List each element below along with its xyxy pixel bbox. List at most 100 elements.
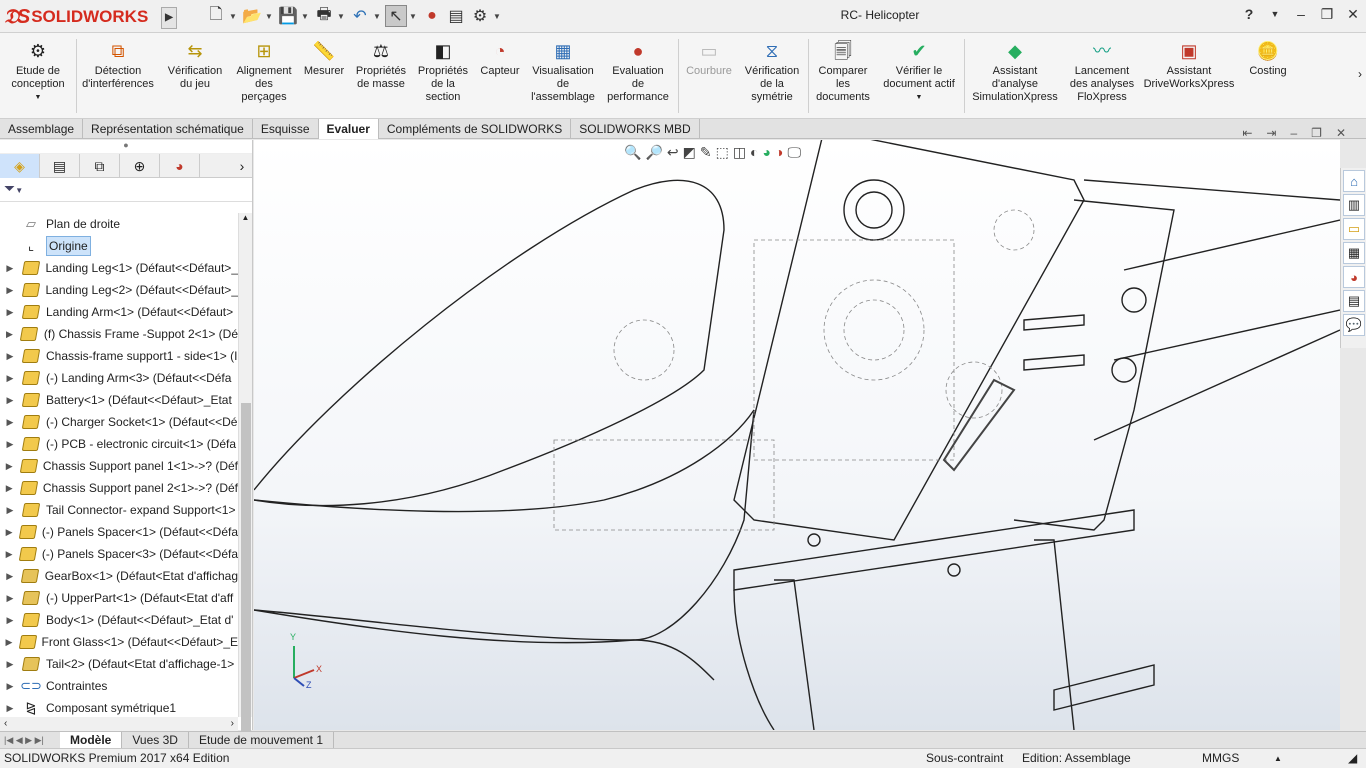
tree-filter[interactable]: ⏷▼	[0, 178, 252, 202]
tree-item[interactable]: ▱ Plan de droite	[0, 213, 238, 235]
rebuild-traffic-light-icon[interactable]: ●	[421, 5, 443, 27]
tree-item[interactable]: ▶ ⧎ Composant symétrique1	[0, 697, 238, 717]
expand-arrow-icon[interactable]: ▶	[0, 565, 19, 587]
scroll-left-icon[interactable]: ‹	[4, 718, 7, 729]
tree-item[interactable]: ▶ ⊂⊃ Contraintes	[0, 675, 238, 697]
check-active-document-button[interactable]: ✔ Vérifier le document actif ▼	[878, 39, 960, 115]
expand-arrow-icon[interactable]: ▶	[0, 301, 20, 323]
mass-properties-button[interactable]: ⚖ Propriétés de masse	[352, 39, 410, 115]
expand-arrow-icon[interactable]: ▶	[0, 257, 20, 279]
select-dropdown-icon[interactable]: ▼	[409, 12, 419, 21]
feature-manager-tab-icon[interactable]: ◈	[0, 154, 40, 178]
tree-item[interactable]: ▶ Tail Connector- expand Support<1>	[0, 499, 238, 521]
expand-arrow-icon[interactable]: ▶	[0, 455, 19, 477]
clearance-verification-button[interactable]: ⇆ Vérification du jeu	[162, 39, 228, 115]
compare-documents-button[interactable]: 🗐 Comparer les documents	[812, 39, 874, 115]
design-study-dropdown-icon[interactable]: ▼	[35, 91, 42, 104]
solidworks-resources-icon[interactable]: ⌂	[1343, 170, 1365, 192]
symmetry-check-button[interactable]: ⧖ Vérification de la symétrie	[740, 39, 804, 115]
tab-solidworks-mbd[interactable]: SOLIDWORKS MBD	[571, 119, 700, 139]
tree-item[interactable]: ▶ GearBox<1> (Défaut<Etat d'affichag	[0, 565, 238, 587]
tree-item[interactable]: ▶ (f) Chassis Frame -Suppot 2<1> (Dé	[0, 323, 238, 345]
file-explorer-icon[interactable]: ▭	[1343, 218, 1365, 240]
tab-vues-3d[interactable]: Vues 3D	[122, 732, 189, 748]
tree-item[interactable]: ▶ Front Glass<1> (Défaut<<Défaut>_E	[0, 631, 238, 653]
display-manager-tab-icon[interactable]: ◕	[160, 154, 200, 178]
custom-properties-icon[interactable]: ▤	[1343, 290, 1365, 312]
tree-horizontal-scrollbar[interactable]: ‹ ›	[0, 717, 238, 731]
viewport-next-icon[interactable]: ⇥	[1266, 126, 1276, 140]
tab-representation-schematique[interactable]: Représentation schématique	[83, 119, 253, 139]
tree-item[interactable]: ▶ (-) Charger Socket<1> (Défaut<<Dé	[0, 411, 238, 433]
scroll-up-icon[interactable]: ▲	[239, 213, 252, 222]
new-document-icon[interactable]: 🗋	[205, 5, 227, 27]
save-icon[interactable]: 💾	[277, 5, 299, 27]
tree-item[interactable]: ▶ (-) Panels Spacer<3> (Défaut<<Défa	[0, 543, 238, 565]
tree-item[interactable]: ▶ Landing Leg<1> (Défaut<<Défaut>_	[0, 257, 238, 279]
expand-arrow-icon[interactable]: ▶	[0, 279, 20, 301]
dimxpert-manager-tab-icon[interactable]: ⊕	[120, 154, 160, 178]
tab-evaluer[interactable]: Evaluer	[318, 119, 379, 139]
tree-item[interactable]: ▶ Tail<2> (Défaut<Etat d'affichage-1>	[0, 653, 238, 675]
driveworksxpress-button[interactable]: ▣ Assistant DriveWorksXpress	[1142, 39, 1236, 115]
expand-arrow-icon[interactable]: ▶	[0, 609, 20, 631]
tree-item[interactable]: ▶ Battery<1> (Défaut<<Défaut>_Etat	[0, 389, 238, 411]
expand-arrow-icon[interactable]: ▶	[0, 499, 20, 521]
tree-item[interactable]: ▶ (-) UpperPart<1> (Défaut<Etat d'aff	[0, 587, 238, 609]
tab-assemblage[interactable]: Assemblage	[0, 119, 84, 139]
restore-icon[interactable]: ❐	[1318, 4, 1336, 24]
tree-vertical-scrollbar[interactable]: ▲	[238, 213, 252, 743]
viewport-previous-icon[interactable]: ⇤	[1242, 126, 1252, 140]
help-dropdown-icon[interactable]: ▼	[1266, 4, 1284, 24]
tree-item[interactable]: ▶ Body<1> (Défaut<<Défaut>_Etat d'	[0, 609, 238, 631]
viewport-close-icon[interactable]: ✕	[1336, 126, 1346, 140]
design-library-icon[interactable]: ▥	[1343, 194, 1365, 216]
more-tabs-icon[interactable]: ›	[232, 154, 252, 177]
floxpress-button[interactable]: 〰 Lancement des analyses FloXpress	[1066, 39, 1138, 115]
property-manager-tab-icon[interactable]: ▤	[40, 154, 80, 178]
expand-arrow-icon[interactable]: ▶	[0, 345, 20, 367]
tree-item[interactable]: ⌞ Origine	[0, 235, 238, 257]
expand-arrow-icon[interactable]: ▶	[0, 653, 20, 675]
expand-arrow-icon[interactable]: ▶	[0, 433, 20, 455]
tab-nav-arrows-icon[interactable]: |◀ ◀ ▶ ▶|	[0, 732, 60, 748]
save-dropdown-icon[interactable]: ▼	[301, 12, 311, 21]
close-icon[interactable]: ✕	[1344, 4, 1362, 24]
section-properties-button[interactable]: ◧ Propriétés de la section	[414, 39, 472, 115]
curvature-button[interactable]: ▭ Courbure	[682, 39, 736, 115]
appearances-icon[interactable]: ◕	[1343, 266, 1365, 288]
ribbon-scroll-right-icon[interactable]: ›	[1358, 67, 1362, 81]
expand-arrow-icon[interactable]: ▶	[0, 323, 19, 345]
status-resize-grip-icon[interactable]: ◢	[1348, 749, 1357, 768]
solidworks-logo[interactable]: 𝔇S SOLIDWORKS ▶	[4, 4, 177, 30]
expand-arrow-icon[interactable]: ▶	[0, 389, 20, 411]
measure-button[interactable]: 📏 Mesurer	[300, 39, 348, 115]
hole-alignment-button[interactable]: ⊞ Alignement des perçages	[232, 39, 296, 115]
help-icon[interactable]: ?	[1240, 4, 1258, 24]
view-palette-icon[interactable]: ▦	[1343, 242, 1365, 264]
interference-detection-button[interactable]: ⧉ Détection d'interférences	[78, 39, 158, 115]
expand-arrow-icon[interactable]: ▶	[0, 631, 18, 653]
expand-arrow-icon[interactable]: ▶	[0, 697, 20, 717]
print-icon[interactable]: 🖶	[313, 5, 335, 27]
viewport-minimize-icon[interactable]: –	[1290, 126, 1297, 140]
undo-dropdown-icon[interactable]: ▼	[373, 12, 383, 21]
scroll-thumb[interactable]	[241, 403, 251, 743]
costing-button[interactable]: 🪙 Costing	[1240, 39, 1296, 115]
new-dropdown-icon[interactable]: ▼	[229, 12, 239, 21]
panel-grip[interactable]: ●	[0, 140, 252, 154]
forum-icon[interactable]: 💬	[1343, 314, 1365, 336]
print-dropdown-icon[interactable]: ▼	[337, 12, 347, 21]
sensor-button[interactable]: ◔ Capteur	[476, 39, 524, 115]
expand-arrow-icon[interactable]: ▶	[0, 587, 20, 609]
tree-item[interactable]: ▶ (-) PCB - electronic circuit<1> (Défa	[0, 433, 238, 455]
graphics-area[interactable]: 🔍 🔎 ↩ ◩ ✎ ⬚ ◫ ◐ ◕ ◑ 🖵 Y X Z	[254, 140, 1340, 730]
scroll-right-icon[interactable]: ›	[231, 717, 234, 731]
options-gear-icon[interactable]: ⚙	[469, 5, 491, 27]
tree-item[interactable]: ▶ Landing Leg<2> (Défaut<<Défaut>_	[0, 279, 238, 301]
unit-system[interactable]: MMGS	[1202, 749, 1239, 768]
expand-arrow-icon[interactable]: ▶	[0, 477, 19, 499]
minimize-icon[interactable]: –	[1292, 4, 1310, 24]
file-properties-icon[interactable]: ▤	[445, 5, 467, 27]
design-study-button[interactable]: ⚙ Etude de conception ▼	[4, 39, 72, 115]
